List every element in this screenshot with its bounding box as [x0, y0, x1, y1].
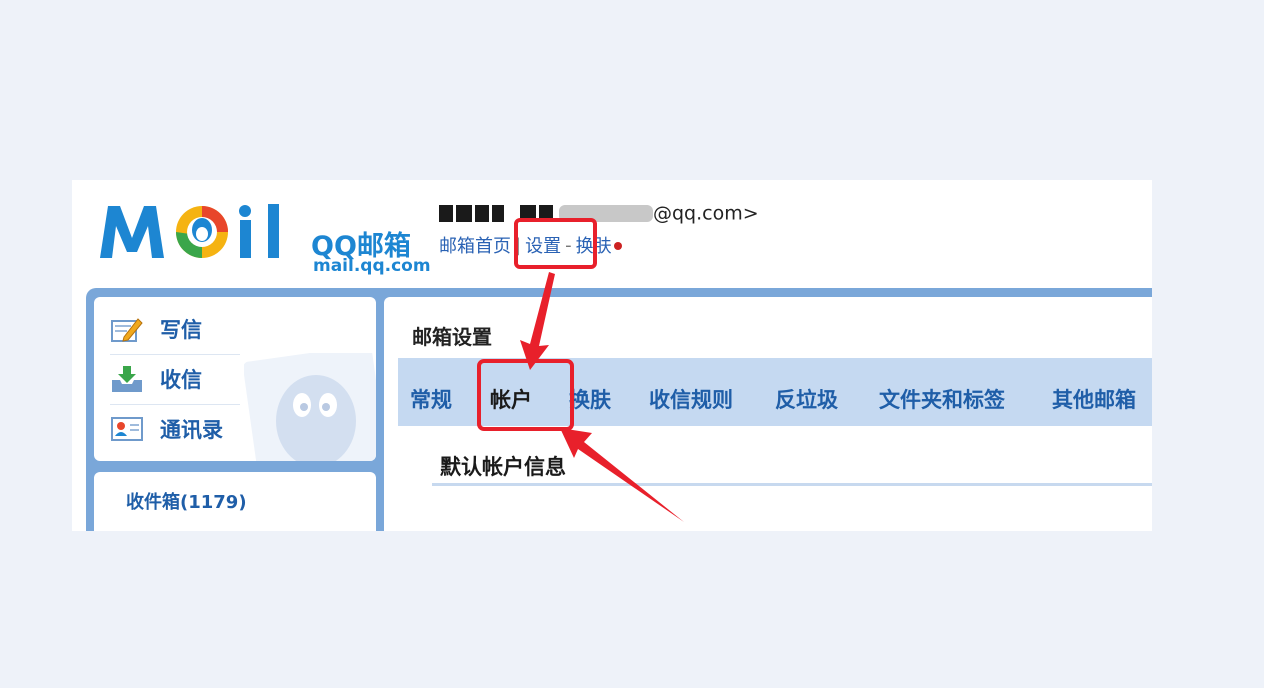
page-title: 邮箱设置 — [412, 325, 492, 349]
tab-other-mailbox[interactable]: 其他邮箱 — [1052, 384, 1136, 414]
sidebar-actions: 写信 收信 通讯录 — [94, 297, 376, 461]
header-links: 邮箱首页 | 设置 - 换肤 — [439, 232, 622, 258]
mail-logo-mark — [100, 204, 279, 258]
inbox-folder[interactable]: 收件箱(1179) — [126, 488, 247, 514]
receive-icon — [112, 366, 142, 392]
qq-mail-screenshot: QQ邮箱 mail.qq.com @qq.com> 邮箱首页|设置-换肤 — [72, 180, 1152, 531]
tab-folders-labels[interactable]: 文件夹和标签 — [879, 384, 1005, 414]
notification-dot — [613, 242, 622, 250]
settings-panel: 邮箱设置 常规 帐户 换肤 收信规则 反垃圾 文件夹和标签 其他邮箱 默认帐户信… — [384, 297, 1152, 531]
qq-penguin-watermark — [244, 353, 376, 461]
sidebar-divider — [110, 354, 240, 355]
settings-link[interactable]: 设置 — [525, 236, 561, 257]
link-separator: - — [565, 234, 572, 256]
contacts-icon — [111, 417, 143, 441]
tab-skin[interactable]: 换肤 — [569, 384, 611, 414]
receive-label: 收信 — [160, 368, 202, 392]
contacts-label: 通讯录 — [160, 418, 223, 442]
receive-button[interactable]: 收信 — [110, 359, 250, 399]
redacted-name — [492, 205, 504, 222]
brand-url: mail.qq.com — [313, 256, 431, 276]
redacted-name — [439, 205, 453, 222]
redacted-name — [539, 205, 553, 222]
sidebar-divider — [110, 404, 240, 405]
folder-list: 收件箱(1179) — [94, 472, 376, 531]
compose-label: 写信 — [160, 318, 202, 342]
tab-mail-rules[interactable]: 收信规则 — [649, 384, 733, 414]
compose-button[interactable]: 写信 — [110, 309, 250, 349]
redacted-name — [456, 205, 472, 222]
mailbox-home-link[interactable]: 邮箱首页 — [439, 236, 511, 257]
change-skin-link[interactable]: 换肤 — [576, 236, 612, 257]
user-account-line: @qq.com> — [439, 202, 759, 228]
contacts-button[interactable]: 通讯录 — [110, 409, 250, 449]
tab-general[interactable]: 常规 — [410, 384, 452, 414]
settings-tabs: 常规 帐户 换肤 收信规则 反垃圾 文件夹和标签 其他邮箱 — [398, 358, 1152, 426]
tab-anti-spam[interactable]: 反垃圾 — [775, 384, 838, 414]
link-separator: | — [515, 234, 522, 256]
tab-account[interactable]: 帐户 — [490, 384, 532, 414]
section-title: 默认帐户信息 — [440, 455, 566, 479]
redacted-name — [520, 205, 536, 222]
redacted-name — [475, 205, 489, 222]
section-divider — [432, 483, 1152, 486]
email-suffix: @qq.com> — [653, 202, 759, 225]
redacted-email — [559, 205, 653, 222]
compose-icon — [111, 318, 143, 342]
